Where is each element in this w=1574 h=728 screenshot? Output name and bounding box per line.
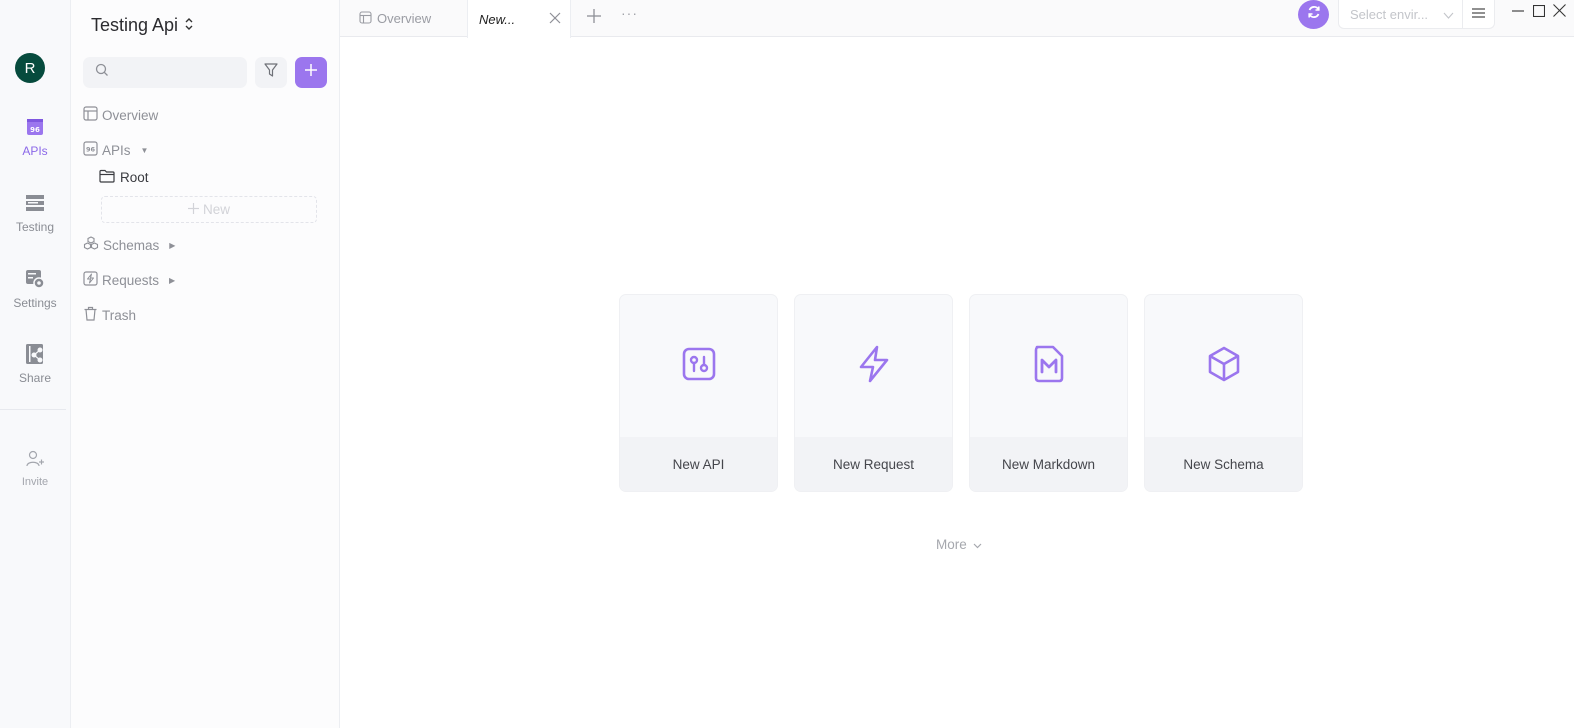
side-panel: Testing Api Overview 96 APIs ▼ Root New … [71,0,340,728]
caret-right-icon[interactable]: ▶ [169,241,175,250]
tab-new[interactable]: New... [467,0,571,38]
environment-placeholder: Select envir... [1350,6,1429,22]
plus-icon [586,8,602,29]
new-markdown-card[interactable]: New Markdown [969,294,1128,492]
card-label: New Request [795,437,952,491]
avatar[interactable]: R [15,53,45,83]
rail-divider [0,409,66,410]
settings-icon [25,269,45,289]
tree-item-apis[interactable]: 96 APIs ▼ [83,141,148,159]
sync-icon [1306,4,1322,25]
add-button[interactable] [295,57,327,88]
new-item-button[interactable]: New [101,196,317,223]
lightning-icon [857,345,891,388]
api-icon: 96 [83,141,98,159]
rail-label: Settings [13,296,57,310]
chevron-down-icon [973,537,982,552]
new-schema-card[interactable]: New Schema [1144,294,1303,492]
card-label: New API [620,437,777,491]
maximize-button[interactable] [1531,4,1547,22]
caret-right-icon[interactable]: ▶ [169,276,175,285]
tree-item-schemas[interactable]: Schemas ▶ [83,236,175,254]
requests-icon [83,271,98,289]
search-icon [95,63,109,82]
share-icon [25,344,45,364]
chevron-up-down-icon [184,15,194,36]
rail-item-share[interactable]: Share [0,344,70,385]
tree-item-trash[interactable]: Trash [83,306,136,324]
testing-icon [25,193,45,213]
filter-button[interactable] [255,57,287,88]
more-label: More [936,537,967,552]
rail-item-apis[interactable]: 96 APIs [0,117,70,158]
invite-label: Invite [21,476,49,488]
schemas-icon [83,236,99,254]
more-tabs-icon[interactable]: ··· [621,5,638,21]
caret-down-icon[interactable]: ▼ [141,146,149,155]
svg-text:96: 96 [86,146,96,154]
tree-item-requests[interactable]: Requests ▶ [83,271,175,289]
new-api-card[interactable]: New API [619,294,778,492]
card-label: New Schema [1145,437,1302,491]
markdown-icon [1033,345,1065,388]
new-request-card[interactable]: New Request [794,294,953,492]
card-label: New Markdown [970,437,1127,491]
tree-item-label: APIs [102,142,131,158]
folder-label: Root [120,170,149,185]
svg-text:96: 96 [30,126,40,134]
rail-label: APIs [22,144,48,158]
overview-icon [359,10,372,27]
trash-icon [83,306,98,324]
menu-icon [1472,5,1486,23]
new-label: New [202,202,230,217]
left-rail: R 96 APIs Testing Settings Share Invite [0,0,71,728]
tab-overview[interactable]: Overview [340,0,467,37]
invite-button[interactable]: Invite [0,450,70,488]
rail-item-settings[interactable]: Settings [0,269,70,310]
tree-item-root-folder[interactable]: Root [99,169,149,186]
rail-item-testing[interactable]: Testing [0,193,70,234]
sync-button[interactable] [1298,0,1329,29]
tree-item-label: Overview [102,107,159,123]
tree-item-label: Trash [102,307,137,323]
tree-item-label: Schemas [103,237,160,253]
tree-item-label: Requests [102,272,160,288]
rail-label: Testing [15,220,55,234]
filter-icon [263,62,279,83]
cube-icon [1206,346,1242,387]
rail-label: Share [18,371,52,385]
api-icon [682,347,716,386]
project-switcher[interactable]: Testing Api [91,15,194,36]
search-box [83,57,247,88]
more-button[interactable]: More [936,537,982,552]
chevron-down-icon [1443,7,1454,22]
tree-item-overview[interactable]: Overview [83,106,158,124]
environment-menu-button[interactable] [1462,0,1494,29]
plus-icon [187,202,199,217]
minimize-button[interactable] [1510,5,1526,21]
close-window-button[interactable] [1551,4,1567,22]
environment-select: Select envir... [1338,0,1495,29]
overview-icon [83,106,98,124]
folder-icon [99,169,115,186]
search-input[interactable] [115,65,245,80]
close-icon[interactable] [548,11,562,25]
project-title: Testing Api [91,15,179,35]
maximize-icon [1532,4,1546,22]
add-user-icon [25,450,45,473]
tab-label: Overview [377,11,432,26]
tab-label: New... [479,11,516,27]
api-icon: 96 [25,117,45,137]
environment-dropdown[interactable]: Select envir... [1339,7,1462,22]
close-icon [1552,4,1566,22]
minimize-icon [1512,4,1524,22]
plus-icon [304,63,318,82]
quick-create-cards: New API New Request New Markdown New Sch… [619,294,1303,492]
new-tab-button[interactable] [583,7,605,29]
